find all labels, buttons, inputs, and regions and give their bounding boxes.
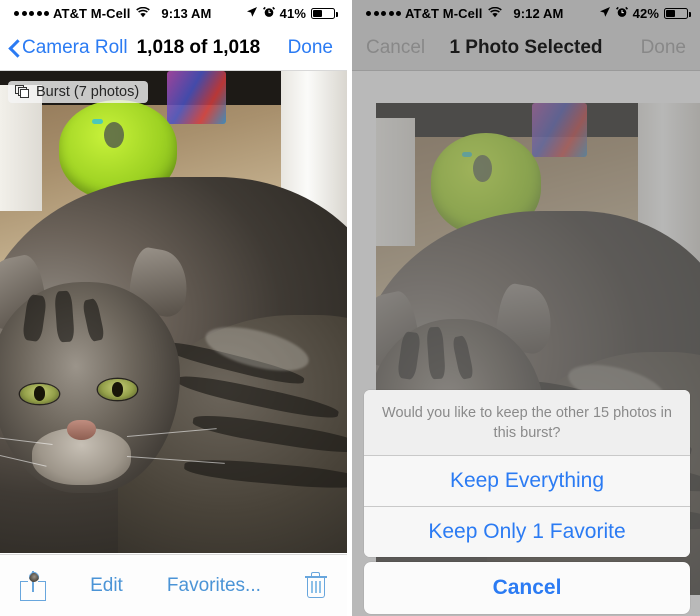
share-button[interactable]	[20, 569, 46, 601]
cancel-nav-button[interactable]: Cancel	[366, 37, 425, 59]
delete-button[interactable]	[304, 571, 327, 600]
stacked-photos-icon	[15, 85, 30, 99]
done-button-right[interactable]: Done	[641, 37, 686, 59]
battery-percent-label: 41%	[279, 5, 306, 21]
action-sheet-cancel-button[interactable]: Cancel	[364, 562, 690, 614]
status-right-group-right: 42%	[599, 5, 691, 21]
battery-percent-label: 42%	[632, 5, 659, 21]
photo-viewer-left[interactable]: Burst (7 photos)	[0, 71, 347, 553]
battery-icon	[311, 7, 338, 19]
wifi-icon	[136, 6, 151, 21]
screenshot-stage: AT&T M-Cell 9:13 AM 41% Camera Roll 1,01…	[0, 0, 700, 616]
done-button[interactable]: Done	[288, 37, 333, 59]
clock-label: 9:12 AM	[513, 5, 564, 21]
signal-dots-icon	[14, 10, 49, 16]
carrier-label: AT&T M-Cell	[405, 5, 483, 21]
nav-bar-right: Cancel 1 Photo Selected Done	[352, 26, 700, 71]
signal-dots-icon	[366, 10, 401, 16]
chevron-left-icon	[8, 39, 19, 58]
burst-action-sheet: Would you like to keep the other 15 phot…	[364, 390, 690, 558]
right-phone-screen: AT&T M-Cell 9:12 AM 42% Cancel 1 Photo S…	[352, 0, 700, 616]
carrier-label: AT&T M-Cell	[53, 5, 131, 21]
location-arrow-icon	[599, 6, 611, 21]
action-sheet-message: Would you like to keep the other 15 phot…	[364, 390, 690, 457]
left-phone-screen: AT&T M-Cell 9:13 AM 41% Camera Roll 1,01…	[0, 0, 347, 616]
keep-only-favorite-button[interactable]: Keep Only 1 Favorite	[364, 506, 690, 558]
burst-badge: Burst (7 photos)	[8, 81, 149, 103]
alarm-clock-icon	[615, 6, 628, 21]
location-arrow-icon	[246, 6, 258, 21]
burst-badge-label: Burst (7 photos)	[36, 84, 140, 100]
status-bar-right: AT&T M-Cell 9:12 AM 42%	[352, 0, 700, 26]
cat-photo	[0, 71, 347, 553]
page-title: 1,018 of 1,018	[136, 37, 261, 58]
back-label: Camera Roll	[22, 37, 128, 58]
trash-icon	[304, 571, 327, 600]
status-right-group: 41%	[246, 5, 338, 21]
status-left-group: AT&T M-Cell 9:13 AM	[14, 6, 211, 21]
alarm-clock-icon	[262, 6, 275, 21]
wifi-icon	[488, 6, 503, 21]
battery-icon	[664, 7, 691, 19]
share-icon	[20, 569, 46, 601]
bottom-toolbar-left: Edit Favorites...	[0, 554, 347, 616]
selection-title: 1 Photo Selected	[449, 37, 603, 58]
edit-button[interactable]: Edit	[90, 575, 123, 597]
nav-bar-left: Camera Roll 1,018 of 1,018 Done	[0, 26, 347, 71]
back-to-camera-roll-button[interactable]: Camera Roll	[8, 37, 128, 59]
status-left-group-right: AT&T M-Cell 9:12 AM	[366, 6, 563, 21]
keep-everything-button[interactable]: Keep Everything	[364, 456, 690, 507]
favorites-button[interactable]: Favorites...	[167, 575, 261, 597]
clock-label: 9:13 AM	[161, 5, 212, 21]
status-bar-left: AT&T M-Cell 9:13 AM 41%	[0, 0, 347, 26]
